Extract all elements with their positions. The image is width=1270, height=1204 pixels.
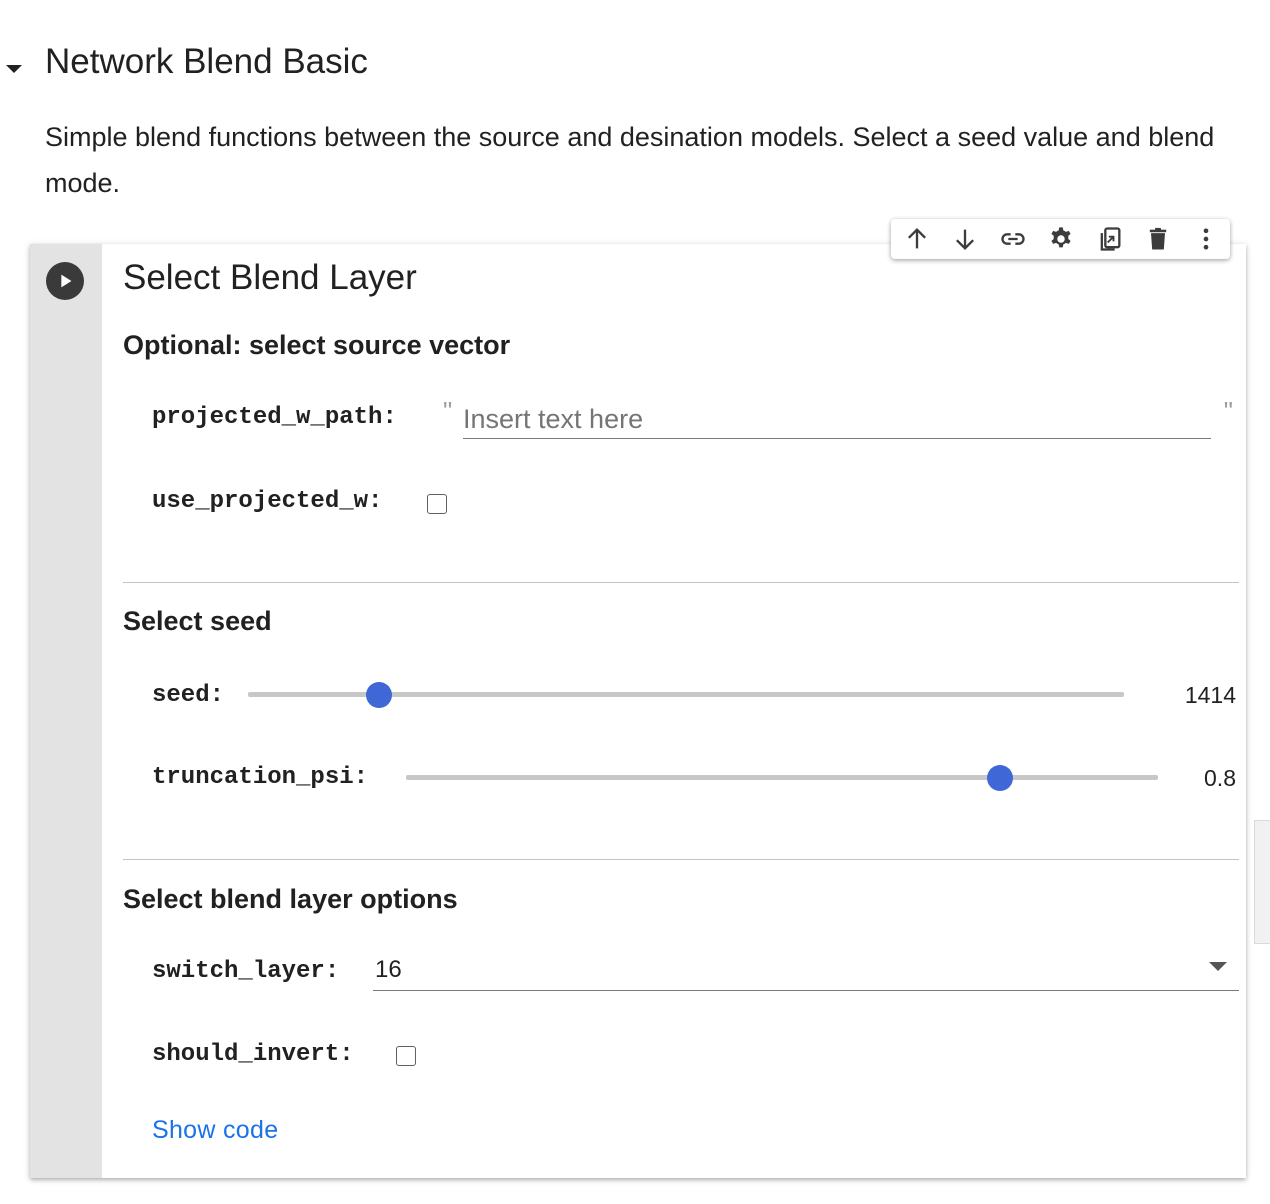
truncation-psi-slider-track[interactable] [406, 775, 1158, 780]
switch-layer-select[interactable]: 16 [373, 954, 1239, 991]
side-scrollbar[interactable] [1254, 820, 1270, 944]
source-vector-heading: Optional: select source vector [123, 330, 511, 360]
projected-w-path-field: " " [443, 396, 1233, 442]
trash-icon [1149, 227, 1166, 250]
section-title: Network Blend Basic [45, 42, 368, 81]
section-description: Simple blend functions between the sourc… [45, 122, 1215, 198]
caret-down-icon [6, 65, 22, 73]
truncation-psi-slider-thumb[interactable] [987, 765, 1014, 791]
mirror-cell-icon [1100, 227, 1121, 251]
seed-heading: Select seed [123, 606, 272, 636]
use-projected-w-checkbox[interactable] [427, 494, 447, 514]
cell-settings-button[interactable] [1037, 219, 1085, 259]
arrow-up-icon [908, 228, 927, 249]
truncation-psi-value: 0.8 [1204, 765, 1236, 791]
projected-w-path-input[interactable] [463, 400, 1211, 439]
seed-label: seed: [152, 682, 225, 709]
more-actions-button[interactable] [1182, 219, 1230, 259]
truncation-psi-label: truncation_psi: [152, 764, 369, 791]
cell-toolbar [891, 219, 1230, 259]
should-invert-label: should_invert: [152, 1041, 354, 1068]
section-divider [123, 859, 1239, 860]
arrow-down-icon [956, 229, 975, 250]
gear-icon [1051, 227, 1072, 248]
use-projected-w-label: use_projected_w: [152, 488, 383, 515]
switch-layer-label: switch_layer: [152, 958, 340, 985]
quote-open: " [443, 396, 453, 426]
cell-gutter [30, 244, 102, 1178]
code-cell: Select Blend Layer Optional: select sour… [30, 244, 1246, 1178]
move-cell-up-button[interactable] [893, 219, 941, 259]
should-invert-checkbox[interactable] [396, 1046, 416, 1066]
play-icon [61, 274, 72, 288]
section-divider [123, 582, 1239, 583]
quote-close: " [1223, 396, 1233, 426]
dropdown-arrow-icon [1209, 962, 1227, 971]
more-vert-icon [1203, 228, 1209, 250]
switch-layer-value: 16 [375, 956, 402, 983]
show-code-link[interactable]: Show code [152, 1116, 278, 1145]
blend-options-heading: Select blend layer options [123, 884, 458, 914]
seed-value: 1414 [1184, 682, 1236, 708]
mirror-cell-button[interactable] [1086, 219, 1134, 259]
section-collapse-toggle[interactable] [2, 56, 26, 80]
move-cell-down-button[interactable] [941, 219, 989, 259]
run-cell-button[interactable] [46, 262, 84, 300]
link-icon [1001, 233, 1025, 245]
form-title: Select Blend Layer [123, 258, 417, 297]
copy-link-button[interactable] [989, 219, 1037, 259]
delete-cell-button[interactable] [1134, 219, 1182, 259]
seed-slider-thumb[interactable] [366, 682, 393, 708]
projected-w-path-label: projected_w_path: [152, 404, 397, 431]
